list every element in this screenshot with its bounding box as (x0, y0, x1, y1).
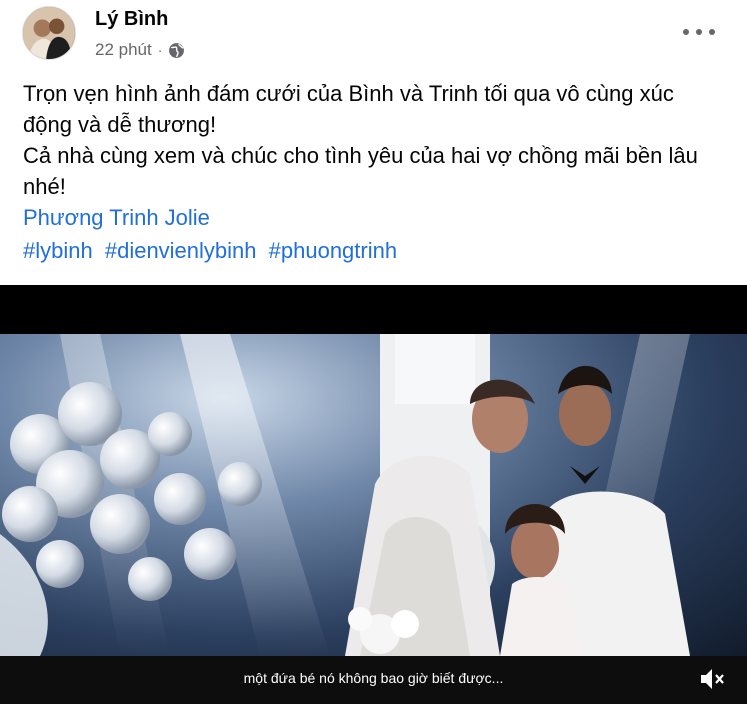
meta-separator: · (157, 42, 163, 58)
video-subtitle: một đứa bé nó không bao giờ biết được... (243, 670, 504, 686)
more-options-button[interactable] (683, 20, 715, 44)
hashtag-list: #lybinh #dienvienlybinh #phuongtrinh (23, 238, 403, 264)
post-text-line: Trọn vẹn hình ảnh đám cưới của Bình và T… (23, 81, 674, 137)
globe-icon[interactable] (168, 42, 185, 59)
more-options-icon (683, 29, 689, 35)
post-header: Lý Bình 22 phút · (0, 0, 747, 72)
hashtag-link[interactable]: #dienvienlybinh (105, 238, 257, 263)
mention-link[interactable]: Phương Trinh Jolie (23, 205, 210, 230)
video-player[interactable]: một đứa bé nó không bao giờ biết được... (0, 285, 747, 704)
speaker-muted-icon[interactable] (697, 664, 727, 694)
author-name[interactable]: Lý Bình (95, 8, 168, 31)
hashtag-link[interactable]: #phuongtrinh (269, 238, 397, 263)
hashtag-link[interactable]: #lybinh (23, 238, 93, 263)
post-meta: 22 phút · (95, 40, 185, 60)
subtitle-bar: một đứa bé nó không bao giờ biết được... (0, 656, 747, 704)
wedding-scene-image (0, 334, 690, 656)
author-avatar[interactable] (22, 6, 76, 60)
post-text-line: Cả nhà cùng xem và chúc cho tình yêu của… (23, 143, 698, 199)
more-options-dot (696, 29, 702, 35)
post-time[interactable]: 22 phút (95, 40, 152, 60)
post-text: Trọn vẹn hình ảnh đám cưới của Bình và T… (23, 78, 723, 233)
video-frame[interactable] (0, 334, 747, 656)
more-options-dot (709, 29, 715, 35)
